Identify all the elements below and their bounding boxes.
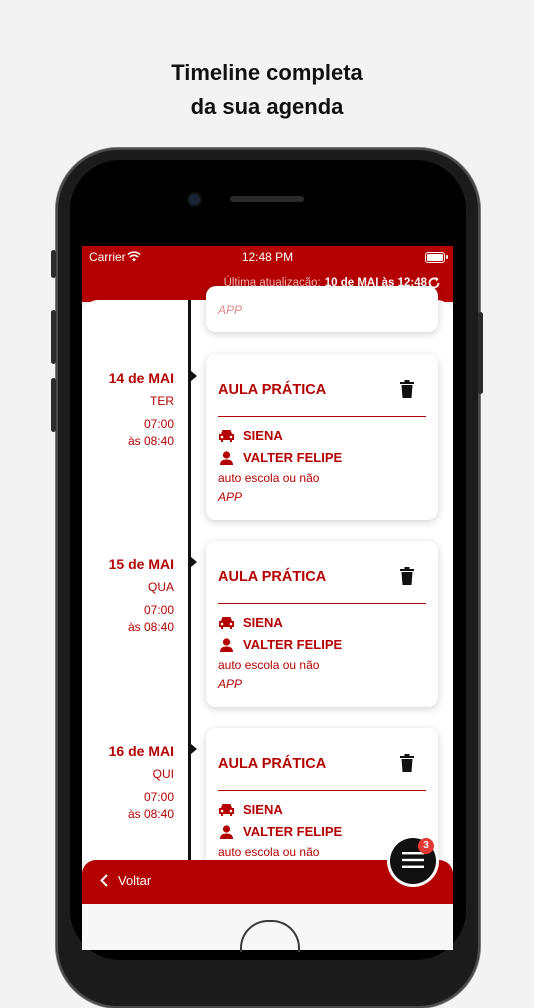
timeline-pointer: [191, 557, 197, 567]
card-app-label: APP: [218, 677, 243, 691]
mute-switch: [51, 250, 56, 278]
card-title: AULA PRÁTICA: [218, 756, 327, 772]
card-car-row: SIENA: [218, 428, 283, 443]
back-label: Voltar: [118, 873, 152, 888]
front-camera: [189, 194, 200, 205]
timeline-line: [188, 300, 191, 860]
entry-date: 16 de MAI: [108, 743, 174, 759]
person-icon: [220, 450, 233, 465]
appointment-card[interactable]: AULA PRÁTICA SIENA VALTER FELIPE auto es…: [206, 354, 438, 520]
volume-up-button: [51, 310, 56, 364]
card-instructor-row: VALTER FELIPE: [218, 637, 342, 652]
entry-end-time: às 08:40: [127, 620, 174, 634]
card-instructor: VALTER FELIPE: [243, 450, 343, 465]
battery-icon: [425, 252, 448, 263]
entry-date: 15 de MAI: [108, 556, 174, 572]
card-instructor: VALTER FELIPE: [243, 824, 343, 839]
card-car: SIENA: [243, 428, 283, 443]
headline-line-1: Timeline completa: [171, 60, 363, 85]
trash-icon[interactable]: [400, 380, 414, 398]
car-icon: [219, 804, 234, 816]
entry-date: 14 de MAI: [108, 370, 174, 386]
card-instructor: VALTER FELIPE: [243, 637, 343, 652]
power-button: [478, 312, 483, 394]
card-divider: [218, 603, 426, 604]
trash-icon[interactable]: [400, 754, 414, 772]
menu-icon: [402, 852, 424, 868]
appointment-card[interactable]: AULA PRÁTICA SIENA VALTER FELIPE auto es…: [206, 541, 438, 707]
card-divider: [218, 790, 426, 791]
status-time: 12:48 PM: [241, 250, 294, 264]
car-icon: [219, 617, 234, 629]
card-note: auto escola ou não: [218, 471, 320, 485]
entry-start-time: 07:00: [143, 417, 174, 431]
card-note: auto escola ou não: [218, 845, 320, 859]
timeline-pointer: [191, 744, 197, 754]
notification-badge: 3: [418, 838, 434, 854]
entry-start-time: 07:00: [143, 790, 174, 804]
card-title: AULA PRÁTICA: [218, 382, 327, 398]
card-app-label: APP: [218, 303, 243, 317]
card-instructor-row: VALTER FELIPE: [218, 824, 342, 839]
entry-start-time: 07:00: [143, 603, 174, 617]
chevron-left-icon: [100, 874, 108, 887]
entry-weekday: TER: [150, 394, 174, 408]
appointment-card-partial[interactable]: APP: [206, 286, 438, 332]
trash-icon[interactable]: [400, 567, 414, 585]
card-car: SIENA: [243, 615, 283, 630]
back-button[interactable]: Voltar: [100, 873, 151, 888]
card-note: auto escola ou não: [218, 658, 320, 672]
card-instructor-row: VALTER FELIPE: [218, 450, 342, 465]
timeline-date: 16 de MAI QUI 07:00 às 08:40: [82, 743, 174, 823]
entry-end-time: às 08:40: [127, 807, 174, 821]
card-car-row: SIENA: [218, 802, 283, 817]
earpiece-speaker: [230, 196, 304, 202]
volume-down-button: [51, 378, 56, 432]
entry-weekday: QUI: [152, 767, 174, 781]
timeline-date: 15 de MAI QUA 07:00 às 08:40: [82, 556, 174, 636]
person-icon: [220, 637, 233, 652]
card-title: AULA PRÁTICA: [218, 569, 327, 585]
app-screen: Carrier 12:48 PM Última atualização: 10 d…: [82, 246, 453, 950]
card-car-row: SIENA: [218, 615, 283, 630]
entry-weekday: QUA: [147, 580, 174, 594]
timeline-date: 14 de MAI TER 07:00 às 08:40: [82, 370, 174, 450]
status-bar: Carrier 12:48 PM: [82, 250, 453, 266]
promo-headline: Timeline completa da sua agenda: [0, 56, 534, 124]
card-car: SIENA: [243, 802, 283, 817]
timeline-pointer: [191, 371, 197, 381]
headline-line-2: da sua agenda: [190, 94, 344, 119]
card-divider: [218, 416, 426, 417]
card-app-label: APP: [218, 490, 243, 504]
entry-end-time: às 08:40: [127, 434, 174, 448]
person-icon: [220, 824, 233, 839]
car-icon: [219, 430, 234, 442]
